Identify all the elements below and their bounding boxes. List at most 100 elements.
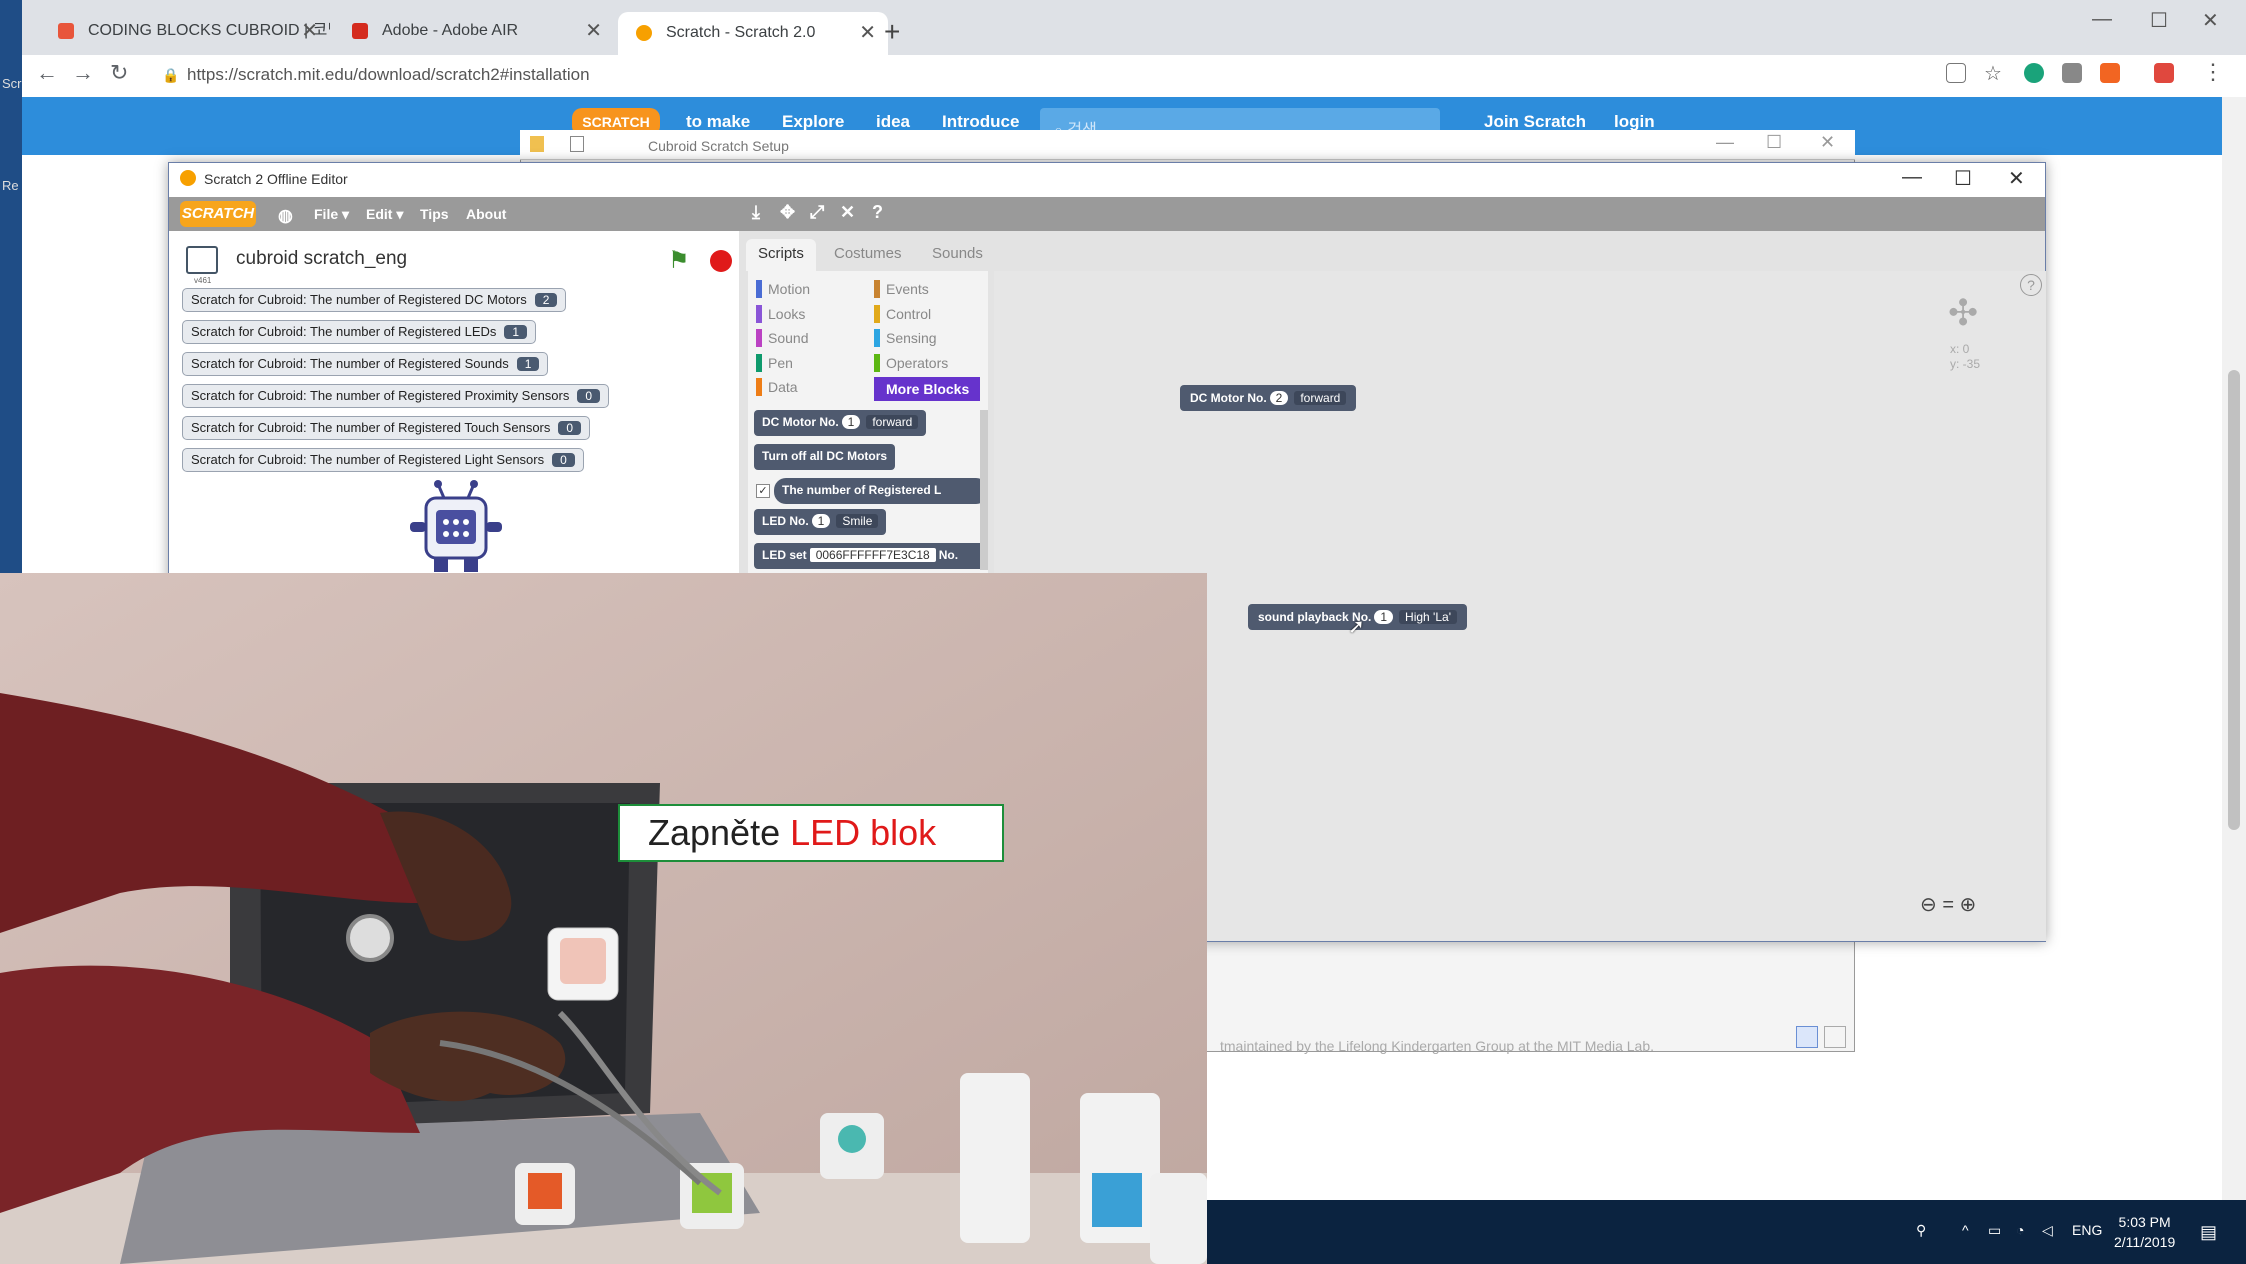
monitor-value: 0 <box>552 453 575 467</box>
tab-scripts[interactable]: Scripts <box>746 239 816 271</box>
close-tab-icon[interactable]: ✕ <box>859 12 876 54</box>
zoom-controls[interactable]: ⊖ = ⊕ <box>1920 892 1976 917</box>
help-tool-icon[interactable]: ? <box>872 202 883 223</box>
close-tab-icon[interactable]: ✕ <box>585 10 602 52</box>
maximize-icon[interactable]: ☐ <box>1954 166 1972 191</box>
close-icon[interactable]: ✕ <box>1820 132 1835 153</box>
wifi-icon[interactable]: ◔ <box>2016 1222 2024 1238</box>
forward-icon[interactable]: → <box>72 60 94 86</box>
coord-x: x: 0 <box>1950 342 1970 356</box>
nav-about[interactable]: Introduce <box>942 112 1019 132</box>
monitor-value: 0 <box>577 389 601 403</box>
join-scratch-link[interactable]: Join Scratch <box>1484 112 1586 132</box>
nav-ideas[interactable]: idea <box>876 112 910 132</box>
battery-icon[interactable]: ▭ <box>1988 1222 2001 1239</box>
shrink-tool-icon[interactable]: ✕ <box>840 202 855 223</box>
back-icon[interactable]: ← <box>36 60 58 86</box>
menu-tips[interactable]: Tips <box>420 206 449 222</box>
page-scrollbar-thumb[interactable] <box>2228 370 2240 830</box>
reload-icon[interactable]: ↻ <box>110 60 128 86</box>
category-sensing[interactable]: Sensing <box>874 328 937 348</box>
maximize-icon[interactable]: ☐ <box>2150 8 2168 33</box>
minimize-icon[interactable]: — <box>1902 166 1922 189</box>
close-window-icon[interactable]: ✕ <box>2202 8 2219 33</box>
block-dropdown[interactable]: Smile <box>836 514 879 528</box>
volume-icon[interactable]: ◁ <box>2042 1222 2053 1239</box>
duplicate-tool-icon[interactable]: ⤓ <box>752 202 760 223</box>
globe-icon[interactable]: ◍ <box>278 206 293 226</box>
led-set-block[interactable]: LED set 0066FFFFFF7E3C18 No. <box>754 543 988 569</box>
category-pen[interactable]: Pen <box>756 353 793 373</box>
chevron-up-icon[interactable]: ^ <box>1962 1222 1969 1238</box>
clock-time: 5:03 PM <box>2118 1214 2171 1230</box>
translate-icon[interactable] <box>1946 63 1966 83</box>
block-number-input[interactable]: 1 <box>811 514 831 528</box>
menu-about[interactable]: About <box>466 206 506 222</box>
category-data[interactable]: Data <box>756 377 798 397</box>
script-dc-motor-block[interactable]: DC Motor No. 2 forward <box>1180 385 1357 411</box>
scratch-app-icon <box>180 170 196 186</box>
monitor-checkbox[interactable]: ✓ <box>756 484 770 498</box>
extension-icon[interactable] <box>2100 63 2120 83</box>
close-icon[interactable]: ✕ <box>2008 166 2025 191</box>
menu-file[interactable]: File ▾ <box>314 206 349 223</box>
profile-icon[interactable] <box>2154 63 2174 83</box>
turn-off-motors-block[interactable]: Turn off all DC Motors <box>754 444 896 470</box>
category-sound[interactable]: Sound <box>756 328 808 348</box>
category-events[interactable]: Events <box>874 279 929 299</box>
view-details-icon[interactable] <box>1796 1026 1818 1048</box>
menu-kebab-icon[interactable]: ⋮ <box>2202 59 2224 85</box>
palette-scrollbar[interactable] <box>980 410 988 570</box>
tab-costumes[interactable]: Costumes <box>822 239 914 271</box>
minimize-icon[interactable]: — <box>1716 132 1734 153</box>
block-number-input[interactable]: 1 <box>1374 610 1394 624</box>
block-number-input[interactable]: 2 <box>1269 391 1289 405</box>
nav-create[interactable]: to make <box>686 112 750 132</box>
delete-tool-icon[interactable]: ✥ <box>780 202 795 223</box>
url-field[interactable]: https://scratch.mit.edu/download/scratch… <box>187 65 590 85</box>
adobe-favicon-icon <box>352 23 368 39</box>
monitor-label: Scratch for Cubroid: The number of Regis… <box>191 292 527 307</box>
taskbar-clock[interactable]: 5:03 PM 2/11/2019 <box>2114 1212 2175 1252</box>
stage-mode-icon[interactable] <box>186 246 218 274</box>
new-tab-button[interactable]: + <box>884 16 900 48</box>
block-dropdown[interactable]: High 'La' <box>1399 610 1457 624</box>
view-large-icon[interactable] <box>1824 1026 1846 1048</box>
category-control[interactable]: Control <box>874 304 931 324</box>
menu-edit[interactable]: Edit ▾ <box>366 206 403 223</box>
led-block[interactable]: LED No. 1 Smile <box>754 509 887 535</box>
category-operators[interactable]: Operators <box>874 353 948 373</box>
category-more-blocks[interactable]: More Blocks <box>874 377 980 401</box>
maximize-icon[interactable]: ☐ <box>1766 132 1782 153</box>
people-icon[interactable]: ⚲ <box>1916 1222 1926 1239</box>
block-dropdown[interactable]: forward <box>866 415 919 429</box>
extension-icon[interactable] <box>2024 63 2044 83</box>
minimize-icon[interactable]: — <box>2092 8 2112 31</box>
category-looks[interactable]: Looks <box>756 304 805 324</box>
star-icon[interactable]: ☆ <box>1984 61 2002 86</box>
help-icon[interactable]: ? <box>2020 274 2042 296</box>
scratch-favicon-icon <box>636 25 652 41</box>
tab-adobe[interactable]: Adobe - Adobe AIR ✕ <box>334 10 614 52</box>
category-motion[interactable]: Motion <box>756 279 810 299</box>
block-dropdown[interactable]: forward <box>1294 391 1347 405</box>
stop-icon[interactable] <box>710 250 732 272</box>
tab-sounds[interactable]: Sounds <box>920 239 995 271</box>
grow-tool-icon[interactable]: ⤢ <box>810 202 824 223</box>
close-tab-icon[interactable]: ✕ <box>301 10 318 52</box>
nav-explore[interactable]: Explore <box>782 112 844 132</box>
notifications-icon[interactable]: ▤ <box>2200 1222 2217 1243</box>
login-link[interactable]: login <box>1614 112 1655 132</box>
language-indicator[interactable]: ENG <box>2072 1222 2102 1238</box>
tab-cubroid[interactable]: CODING BLOCKS CUBROID | 코딩 ✕ <box>40 10 330 52</box>
mouse-cursor-icon: ➚ <box>1348 616 1365 638</box>
project-name[interactable]: cubroid scratch_eng <box>236 248 407 270</box>
registered-count-reporter[interactable]: The number of Registered L <box>774 478 988 504</box>
block-number-input[interactable]: 1 <box>841 415 861 429</box>
green-flag-icon[interactable]: ⚑ <box>668 246 690 275</box>
block-text-input[interactable]: 0066FFFFFF7E3C18 <box>809 548 936 562</box>
extension-icon[interactable] <box>2062 63 2082 83</box>
block-label: No. <box>938 548 959 562</box>
dc-motor-block[interactable]: DC Motor No. 1 forward <box>754 410 927 436</box>
cubroid-robot-sprite[interactable] <box>396 480 516 580</box>
